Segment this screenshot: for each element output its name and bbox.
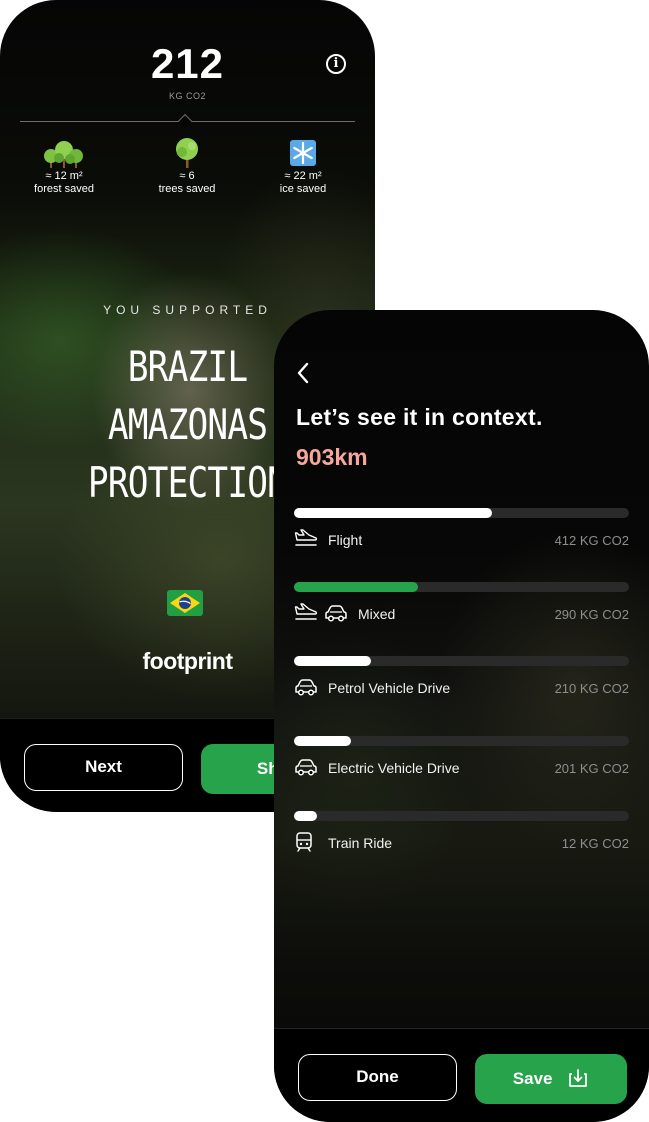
car-icon: [294, 756, 318, 778]
row-icons: [294, 831, 314, 853]
comparison-value: 412 KG CO2: [554, 533, 629, 548]
stat-trees: ≈ 6 trees saved: [127, 136, 247, 196]
comparison-label: Flight: [328, 532, 363, 548]
progress-fill: [294, 811, 318, 821]
comparison-value: 201 KG CO2: [554, 761, 629, 776]
back-chevron-icon[interactable]: [294, 360, 314, 386]
progress-track: [294, 582, 629, 592]
row-icons: [294, 756, 318, 778]
save-button[interactable]: Save: [475, 1054, 627, 1104]
stat-forest-label: forest saved: [34, 183, 94, 195]
info-icon[interactable]: i: [326, 54, 346, 74]
stat-trees-label: trees saved: [158, 183, 216, 195]
comparison-label: Mixed: [358, 606, 396, 622]
stat-ice: ≈ 22 m² ice saved: [243, 136, 363, 196]
progress-track: [294, 656, 629, 666]
comparison-label: Petrol Vehicle Drive: [328, 680, 451, 696]
next-button[interactable]: Next: [24, 744, 183, 791]
progress-fill: [294, 582, 418, 592]
row-icons: [294, 602, 348, 624]
comparison-label: Electric Vehicle Drive: [328, 760, 460, 776]
plane-icon: [294, 602, 318, 624]
plane-icon: [294, 528, 318, 550]
divider-pointer: [177, 113, 193, 129]
snowflake-icon: [290, 140, 316, 166]
tree-icon: [176, 138, 198, 168]
progress-track: [294, 736, 629, 746]
comparison-label: Train Ride: [328, 835, 393, 851]
download-icon: [569, 1069, 588, 1087]
context-heading: Let’s see it in context.: [296, 404, 543, 430]
distance-value: 903km: [296, 444, 368, 470]
stat-forest: ≈ 12 m² forest saved: [4, 136, 124, 196]
progress-track: [294, 508, 629, 518]
progress-fill: [294, 508, 492, 518]
progress-fill: [294, 736, 351, 746]
row-icons: [294, 528, 318, 550]
stat-ice-label: ice saved: [279, 183, 327, 195]
stat-forest-value: ≈ 12 m²: [45, 170, 83, 182]
row-icons: [294, 676, 318, 698]
brazil-flag-icon: [167, 590, 203, 616]
comparison-value: 290 KG CO2: [554, 607, 629, 622]
train-icon: [294, 831, 314, 853]
save-button-label: Save: [512, 1069, 553, 1088]
forest-icon: [44, 141, 83, 168]
progress-fill: [294, 656, 372, 666]
comparison-value: 12 KG CO2: [561, 836, 629, 851]
context-screen: Let’s see it in context. 903km Flight 412…: [274, 310, 649, 1122]
comparison-value: 210 KG CO2: [554, 681, 629, 696]
car-icon: [324, 602, 348, 624]
stat-trees-value: ≈ 6: [179, 170, 195, 182]
co2-total-value: 212: [150, 40, 225, 87]
stat-ice-value: ≈ 22 m²: [284, 170, 322, 182]
done-button[interactable]: Done: [298, 1054, 457, 1101]
car-icon: [294, 676, 318, 698]
progress-track: [294, 811, 629, 821]
bottom-action-bar: Done Save: [274, 1028, 649, 1122]
co2-total-unit: KG CO2: [168, 91, 206, 101]
